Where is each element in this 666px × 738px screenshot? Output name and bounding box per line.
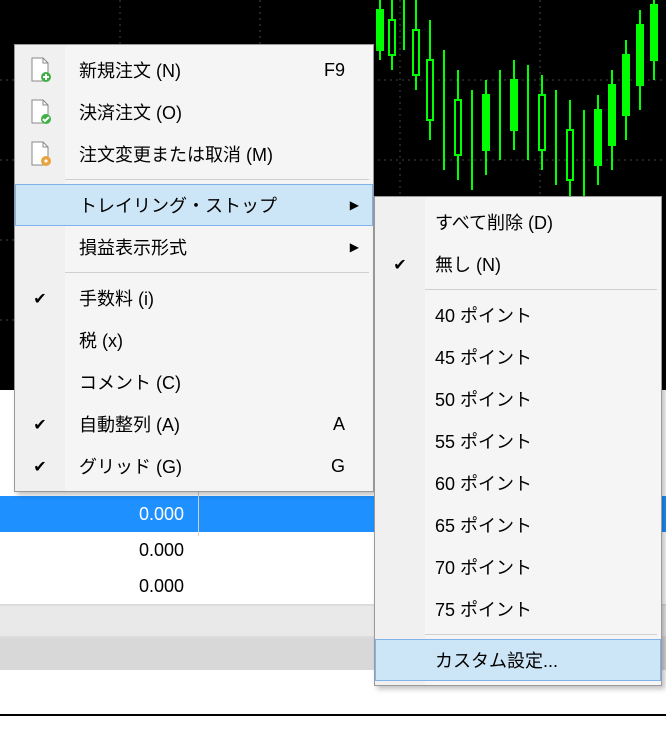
menu-item-label: 無し (N): [425, 251, 647, 277]
menu-item-label: コメント (C): [65, 369, 309, 395]
menu-item-label: トレイリング・ストップ: [65, 192, 309, 218]
menu-item-label: 60 ポイント: [425, 470, 647, 496]
menu-item-label: 損益表示形式: [65, 234, 309, 260]
submenu-arrow-icon: ▶: [345, 240, 359, 254]
check-icon: ✔: [33, 459, 46, 476]
menu-item-label: 決済注文 (O): [65, 99, 309, 125]
submenu-item-40pt[interactable]: 40 ポイント: [375, 294, 661, 336]
submenu-item-delete-all[interactable]: すべて削除 (D): [375, 201, 661, 243]
menu-item-label: 50 ポイント: [425, 386, 647, 412]
menu-item-auto-arrange[interactable]: ✔ 自動整列 (A) A: [15, 403, 373, 445]
document-plus-icon: [15, 57, 65, 83]
menu-item-pl-display[interactable]: 損益表示形式 ▶: [15, 226, 373, 268]
menu-item-commission[interactable]: ✔ 手数料 (i): [15, 277, 373, 319]
menu-item-label: 40 ポイント: [425, 302, 647, 328]
submenu-item-60pt[interactable]: 60 ポイント: [375, 462, 661, 504]
menu-item-label: グリッド (G): [65, 453, 309, 479]
submenu-item-50pt[interactable]: 50 ポイント: [375, 378, 661, 420]
menu-item-shortcut: G: [309, 456, 345, 477]
submenu-item-45pt[interactable]: 45 ポイント: [375, 336, 661, 378]
submenu-item-65pt[interactable]: 65 ポイント: [375, 504, 661, 546]
menu-item-label: 手数料 (i): [65, 285, 309, 311]
menu-item-trailing-stop[interactable]: トレイリング・ストップ ▶: [15, 184, 373, 226]
menu-item-label: 70 ポイント: [425, 554, 647, 580]
submenu-item-55pt[interactable]: 55 ポイント: [375, 420, 661, 462]
menu-item-label: 注文変更または取消 (M): [65, 141, 309, 167]
submenu-arrow-icon: ▶: [345, 198, 359, 212]
check-icon: ✔: [33, 417, 46, 434]
table-cell: 0.000: [0, 540, 198, 561]
menu-item-label: 75 ポイント: [425, 596, 647, 622]
table-cell: 0.000: [0, 504, 198, 525]
table-cell: 0.000: [0, 576, 198, 597]
menu-item-label: 自動整列 (A): [65, 411, 309, 437]
menu-item-label: 新規注文 (N): [65, 57, 309, 83]
menu-item-label: 55 ポイント: [425, 428, 647, 454]
check-icon: ✔: [33, 291, 46, 308]
menu-item-comment[interactable]: コメント (C): [15, 361, 373, 403]
menu-item-shortcut: F9: [309, 60, 345, 81]
document-check-icon: [15, 99, 65, 125]
check-icon: ✔: [393, 257, 406, 274]
menu-item-label: すべて削除 (D): [425, 209, 647, 235]
menu-item-label: カスタム設定...: [425, 647, 647, 673]
menu-item-grid[interactable]: ✔ グリッド (G) G: [15, 445, 373, 487]
submenu-item-75pt[interactable]: 75 ポイント: [375, 588, 661, 630]
menu-item-new-order[interactable]: 新規注文 (N) F9: [15, 49, 373, 91]
context-menu: 新規注文 (N) F9 決済注文 (O): [14, 44, 374, 492]
trailing-stop-submenu: すべて削除 (D) ✔ 無し (N) 40 ポイント 45 ポイント 50 ポイ…: [374, 196, 662, 686]
menu-item-close-order[interactable]: 決済注文 (O): [15, 91, 373, 133]
menu-item-label: 65 ポイント: [425, 512, 647, 538]
submenu-item-70pt[interactable]: 70 ポイント: [375, 546, 661, 588]
menu-item-modify-order[interactable]: 注文変更または取消 (M): [15, 133, 373, 175]
submenu-item-none[interactable]: ✔ 無し (N): [375, 243, 661, 285]
menu-item-label: 税 (x): [65, 327, 309, 353]
menu-item-tax[interactable]: 税 (x): [15, 319, 373, 361]
menu-item-shortcut: A: [309, 414, 345, 435]
document-gear-icon: [15, 141, 65, 167]
submenu-item-custom[interactable]: カスタム設定...: [375, 639, 661, 681]
menu-item-label: 45 ポイント: [425, 344, 647, 370]
